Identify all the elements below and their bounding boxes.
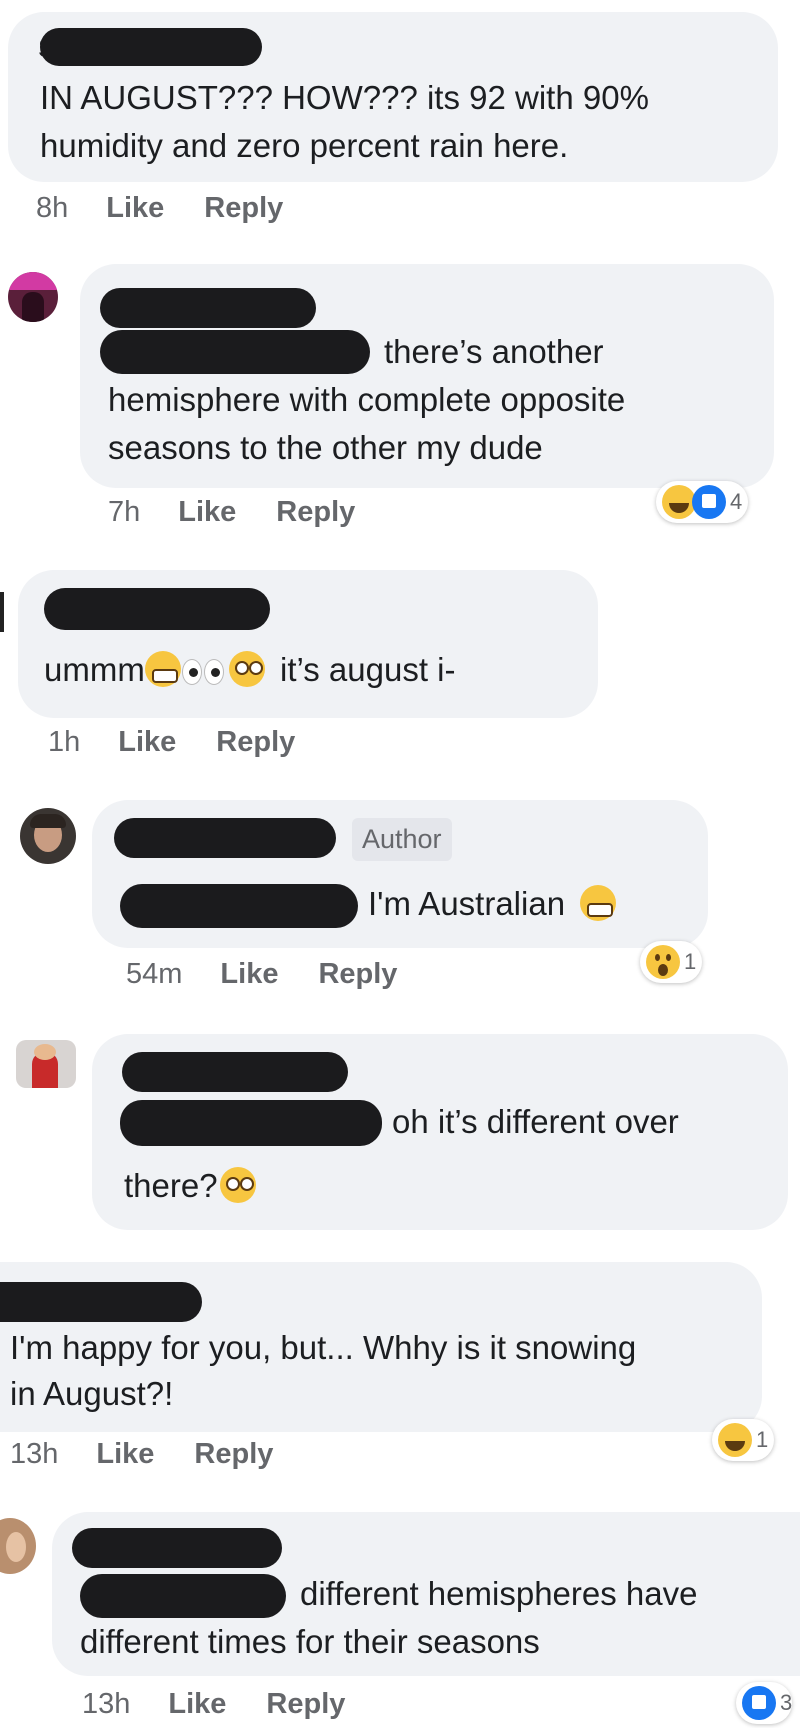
redacted-name: [40, 28, 262, 66]
comment-time: 13h: [82, 1688, 131, 1720]
redacted-name: [72, 1528, 282, 1568]
comment-time: 13h: [10, 1438, 59, 1470]
comment-actions: 54m Like Reply: [126, 958, 397, 991]
reply-button[interactable]: Reply: [266, 1688, 345, 1721]
comment-text-line-1: IN AUGUST??? HOW??? its 92 with 90%: [40, 79, 649, 116]
grimacing-emoji-icon: [144, 651, 181, 687]
comment-text: I'm Australian: [368, 880, 617, 928]
like-button[interactable]: Like: [96, 1438, 154, 1471]
comment-text-end: it’s august i-: [280, 651, 456, 688]
redacted-mention: [80, 1574, 286, 1618]
redacted-name: [100, 288, 316, 328]
reaction-summary[interactable]: 3: [736, 1682, 793, 1724]
like-button[interactable]: Like: [118, 726, 176, 759]
reply-button[interactable]: Reply: [204, 192, 283, 225]
redacted-name: [114, 818, 336, 858]
comment-text-line-2: there?: [124, 1162, 256, 1210]
comment-text-content: I'm Australian: [368, 885, 566, 922]
reply-button[interactable]: Reply: [276, 496, 355, 529]
comment-text-line-1: oh it’s different over: [392, 1103, 679, 1140]
flushed-emoji-icon: [219, 1167, 256, 1203]
redacted-name: [122, 1052, 348, 1092]
redacted-mention: [100, 330, 370, 374]
comment-text-content: there?: [124, 1167, 218, 1204]
comment-text-start: ummm: [44, 651, 145, 688]
comment-text-line-3: seasons to the other my dude: [108, 429, 543, 466]
comment-text-line-1: I'm happy for you, but... Whhy is it sno…: [10, 1329, 637, 1366]
haha-reaction-icon: [718, 1423, 752, 1457]
comment-text: ummm it’s august i-: [44, 646, 455, 698]
reaction-count: 3: [780, 1690, 793, 1715]
reaction-summary[interactable]: 1: [712, 1419, 775, 1461]
author-badge: Author: [352, 818, 452, 861]
comment-time: 1h: [48, 726, 81, 758]
avatar[interactable]: [16, 1040, 76, 1088]
comment-actions: 8h Like Reply: [36, 192, 283, 225]
like-button[interactable]: Like: [168, 1688, 226, 1721]
redacted-name: [0, 1282, 202, 1322]
comment-actions: 1h Like Reply: [48, 726, 295, 759]
avatar[interactable]: [8, 272, 58, 322]
comment-text-line-2: humidity and zero percent rain here.: [40, 127, 569, 164]
wow-reaction-icon: [646, 945, 680, 979]
reaction-count: 1: [684, 949, 697, 974]
like-button[interactable]: Like: [178, 496, 236, 529]
comment-time: 7h: [108, 496, 141, 528]
comment-text-line-2: different times for their seasons: [80, 1623, 540, 1660]
comment-text-line-2: hemisphere with complete opposite: [108, 381, 626, 418]
redacted-mention: [120, 1100, 382, 1146]
redacted-mention: [120, 884, 358, 928]
avatar[interactable]: [0, 1518, 36, 1574]
like-button[interactable]: Like: [220, 958, 278, 991]
like-reaction-icon: [742, 1686, 776, 1720]
comment-text-line-1: different hemispheres have: [300, 1575, 698, 1612]
grimacing-emoji-icon: [580, 885, 617, 921]
haha-reaction-icon: [662, 485, 696, 519]
flushed-emoji-icon: [228, 651, 265, 687]
comment-text-line-1: there’s another: [384, 333, 604, 370]
like-button[interactable]: Like: [106, 192, 164, 225]
reaction-summary[interactable]: 1: [640, 941, 703, 983]
comment-time: 8h: [36, 192, 69, 224]
comment-actions: 13h Like Reply: [82, 1688, 345, 1721]
reply-button[interactable]: Reply: [216, 726, 295, 759]
redacted-name: [44, 588, 270, 630]
comment-actions: 7h Like Reply: [108, 496, 355, 529]
reaction-summary[interactable]: 4: [656, 481, 749, 523]
like-reaction-icon: [692, 485, 726, 519]
eyes-emoji-icon: [181, 650, 225, 698]
avatar[interactable]: [20, 808, 76, 864]
reply-button[interactable]: Reply: [318, 958, 397, 991]
comment-text-line-2: in August?!: [10, 1375, 174, 1412]
reaction-count: 1: [756, 1427, 769, 1452]
avatar-edge: [0, 592, 4, 632]
reaction-count: 4: [730, 489, 743, 514]
reply-button[interactable]: Reply: [194, 1438, 273, 1471]
comment-actions: 13h Like Reply: [10, 1438, 273, 1471]
comment-time: 54m: [126, 958, 183, 990]
